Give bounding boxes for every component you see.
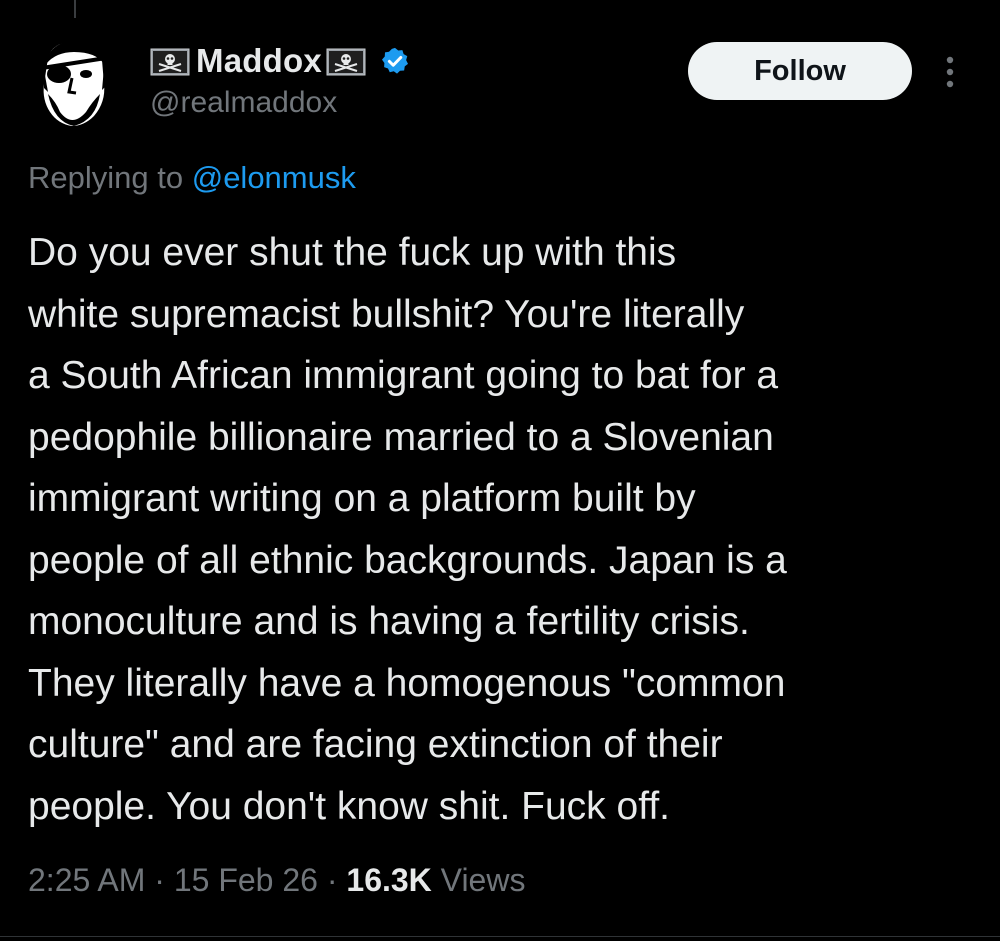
tweet-header: Maddox @realmaddox <box>150 38 410 120</box>
meta-separator: · <box>317 862 347 898</box>
views-count[interactable]: 16.3K <box>346 862 431 898</box>
bottom-divider <box>0 936 1000 937</box>
tweet-meta-row: 2:25 AM · 15 Feb 26 · 16.3K Views <box>28 862 525 899</box>
tweet-text-line: a South African immigrant going to bat f… <box>28 354 779 397</box>
tweet-text-line: pedophile billionaire married to a Slove… <box>28 415 774 459</box>
tweet-text-line: people. You don't know shit. Fuck off. <box>28 784 670 828</box>
tweet-text-line: immigrant writing on a platform built by <box>28 477 696 520</box>
thread-connector-line <box>74 0 76 18</box>
pirate-flag-icon <box>150 48 190 76</box>
tweet-text-line: Do you ever shut the fuck up with this <box>28 231 677 274</box>
author-handle[interactable]: @realmaddox <box>150 86 410 120</box>
more-vertical-icon[interactable] <box>938 52 962 92</box>
pirate-flag-icon <box>326 48 366 76</box>
tweet-text-line: They literally have a homogenous "common <box>28 661 786 705</box>
tweet-text-line: culture" and are facing extinction of th… <box>28 723 723 766</box>
eyepatch-avatar-icon[interactable] <box>34 38 112 130</box>
tweet-time[interactable]: 2:25 AM <box>28 862 145 898</box>
reply-mention-link[interactable]: @elonmusk <box>192 160 356 195</box>
tweet-text-line: white supremacist bullshit? You're liter… <box>28 292 745 336</box>
verified-badge-icon <box>381 47 408 74</box>
follow-button[interactable]: Follow <box>688 42 912 100</box>
tweet-text-line: people of all ethnic backgrounds. Japan … <box>28 538 787 582</box>
meta-separator: · <box>145 862 174 898</box>
tweet-text-line: monoculture and is having a fertility cr… <box>28 600 750 643</box>
replying-to-line: Replying to @elonmusk <box>28 160 356 196</box>
author-name-row: Maddox <box>150 38 410 84</box>
tweet-date[interactable]: 15 Feb 26 <box>174 862 318 898</box>
views-label: Views <box>431 862 526 898</box>
author-display-name[interactable]: Maddox <box>196 42 322 80</box>
replying-to-label: Replying to <box>28 160 192 195</box>
tweet-text: Do you ever shut the fuck up with this w… <box>28 222 978 837</box>
